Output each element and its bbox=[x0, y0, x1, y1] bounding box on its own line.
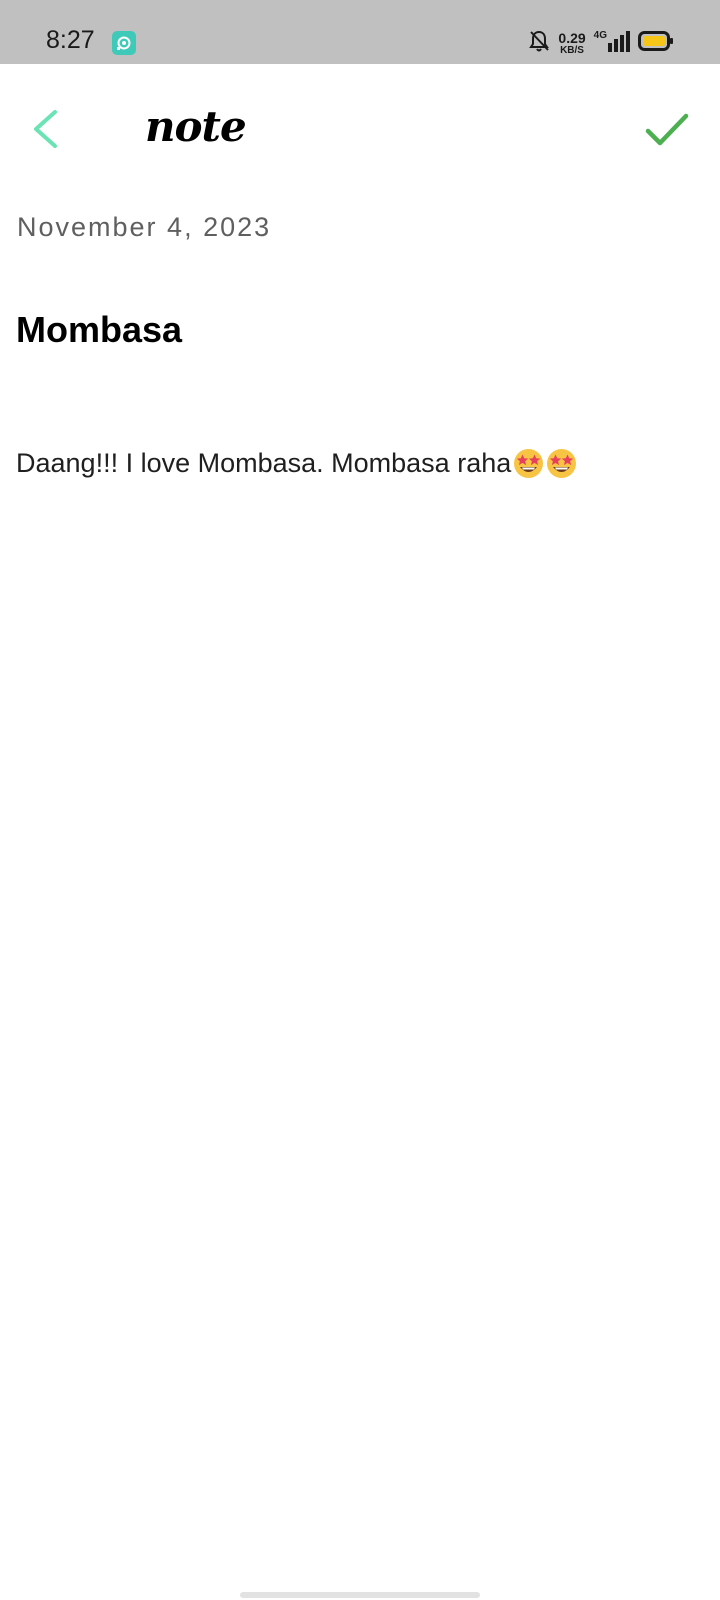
bell-off-icon bbox=[528, 29, 550, 58]
save-button[interactable] bbox=[642, 104, 692, 154]
star-struck-emoji bbox=[546, 448, 577, 479]
status-time: 8:27 bbox=[46, 26, 95, 54]
chevron-left-icon bbox=[34, 110, 57, 148]
toolbar: note bbox=[0, 64, 720, 194]
note-body-field[interactable]: Daang!!! I love Mombasa. Mombasa raha bbox=[16, 448, 577, 479]
network-speed-value: 0.29 bbox=[558, 29, 586, 46]
star-struck-emoji bbox=[513, 448, 544, 479]
note-date: November 4, 2023 bbox=[17, 212, 272, 242]
battery-icon bbox=[638, 30, 674, 57]
home-indicator[interactable] bbox=[240, 1592, 480, 1598]
app-title: note bbox=[145, 102, 247, 151]
network-speed-unit: KB/S bbox=[560, 44, 584, 56]
back-button[interactable] bbox=[24, 104, 68, 154]
checkmark-icon bbox=[645, 113, 689, 146]
camera-app-icon bbox=[112, 31, 136, 55]
network-type: 4G bbox=[593, 29, 607, 41]
note-editor-screen: 8:27 0.29 KB/S 4G note November 4, 2023 … bbox=[0, 0, 720, 1600]
status-bar: 8:27 0.29 KB/S 4G bbox=[0, 0, 720, 64]
status-icons: 0.29 KB/S 4G bbox=[520, 28, 674, 58]
cellular-status: 4G bbox=[594, 30, 630, 57]
network-speed: 0.29 KB/S bbox=[558, 31, 585, 56]
note-title-field[interactable]: Mombasa bbox=[16, 309, 182, 351]
note-body-text: Daang!!! I love Mombasa. Mombasa raha bbox=[16, 448, 512, 478]
signal-icon bbox=[608, 30, 630, 57]
